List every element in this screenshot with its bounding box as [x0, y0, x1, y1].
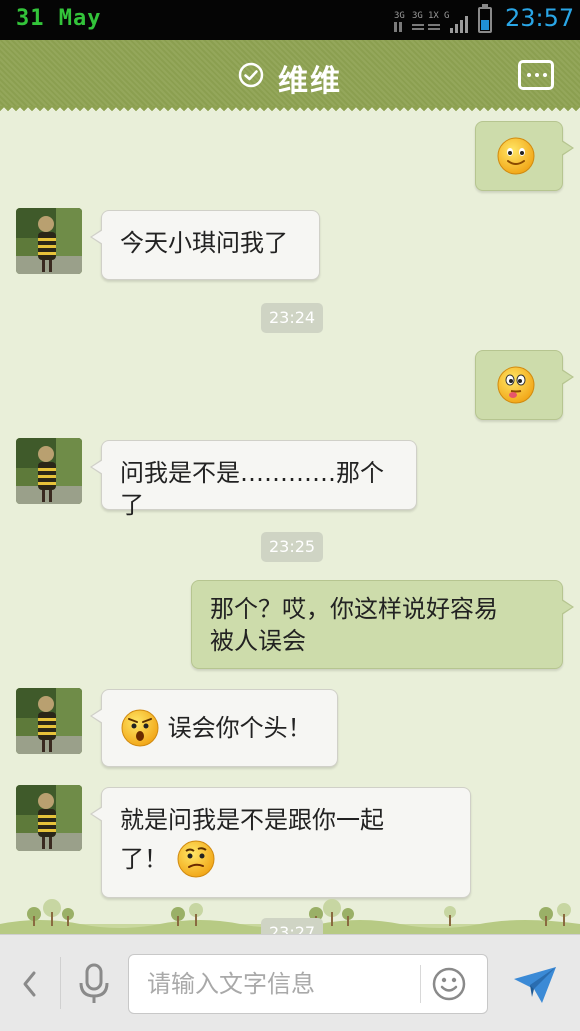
- incoming-message[interactable]: 今天小琪问我了: [90, 210, 320, 280]
- smile-emoji-icon: [497, 137, 535, 175]
- smiley-icon[interactable]: [432, 967, 466, 1001]
- status-date: 31 May: [16, 6, 102, 31]
- contact-avatar[interactable]: [16, 438, 82, 504]
- message-text-line: 了！: [120, 845, 168, 873]
- avatar-photo: [16, 785, 82, 851]
- incoming-message[interactable]: 误会你个头！: [90, 689, 338, 767]
- microphone-icon[interactable]: [78, 963, 110, 1005]
- svg-text:3G: 3G: [412, 11, 423, 21]
- message-text: 问我是不是…………那个了: [120, 459, 384, 519]
- message-list[interactable]: 今天小琪问我了 23:24 问我是不是…………那个了 23:25 那个？哎，你这…: [0, 112, 580, 934]
- message-timestamp: 23:24: [261, 303, 324, 333]
- network-signal-icon: 3G 3G 1X G: [394, 11, 468, 33]
- status-time: 23:57: [505, 4, 575, 32]
- svg-text:3G: 3G: [394, 11, 405, 21]
- contact-name[interactable]: 维维: [278, 56, 342, 100]
- battery-icon: [478, 4, 492, 33]
- outgoing-message[interactable]: [475, 121, 574, 191]
- status-bar: 31 May 3G 3G 1X G 23:57: [0, 0, 580, 40]
- send-icon[interactable]: [512, 963, 558, 1005]
- contact-avatar[interactable]: [16, 785, 82, 851]
- avatar-photo: [16, 208, 82, 274]
- confused-emoji-icon: [177, 840, 215, 878]
- message-text-line: 那个？哎，你这样说好容易: [210, 595, 498, 623]
- shocked-emoji-icon: [121, 709, 159, 747]
- message-timestamp: 23:27: [261, 918, 324, 934]
- svg-text:1X: 1X: [428, 11, 439, 21]
- chevron-left-icon[interactable]: [20, 969, 40, 999]
- check-circle-icon: [238, 62, 264, 88]
- incoming-message[interactable]: 就是问我是不是跟你一起 了！: [90, 787, 471, 898]
- message-timestamp: 23:25: [261, 532, 324, 562]
- avatar-photo: [16, 438, 82, 504]
- message-text-line-wrap: 了！: [120, 838, 452, 879]
- outgoing-message[interactable]: 那个？哎，你这样说好容易 被人误会: [191, 580, 574, 669]
- svg-text:G: G: [444, 11, 449, 21]
- contact-avatar[interactable]: [16, 208, 82, 274]
- message-text: 今天小琪问我了: [120, 229, 288, 257]
- message-text: 误会你个头！: [167, 714, 312, 742]
- message-text-line: 就是问我是不是跟你一起: [120, 806, 384, 834]
- input-divider: [60, 957, 61, 1009]
- incoming-message[interactable]: 问我是不是…………那个了: [90, 440, 417, 519]
- more-dots-icon[interactable]: [518, 60, 554, 90]
- input-separator: [420, 965, 421, 1003]
- message-text-line: 被人误会: [210, 627, 306, 655]
- tongue-emoji-icon: [497, 366, 535, 404]
- input-bar: [0, 934, 580, 1031]
- outgoing-message[interactable]: [475, 350, 574, 420]
- avatar-photo: [16, 688, 82, 754]
- contact-avatar[interactable]: [16, 688, 82, 754]
